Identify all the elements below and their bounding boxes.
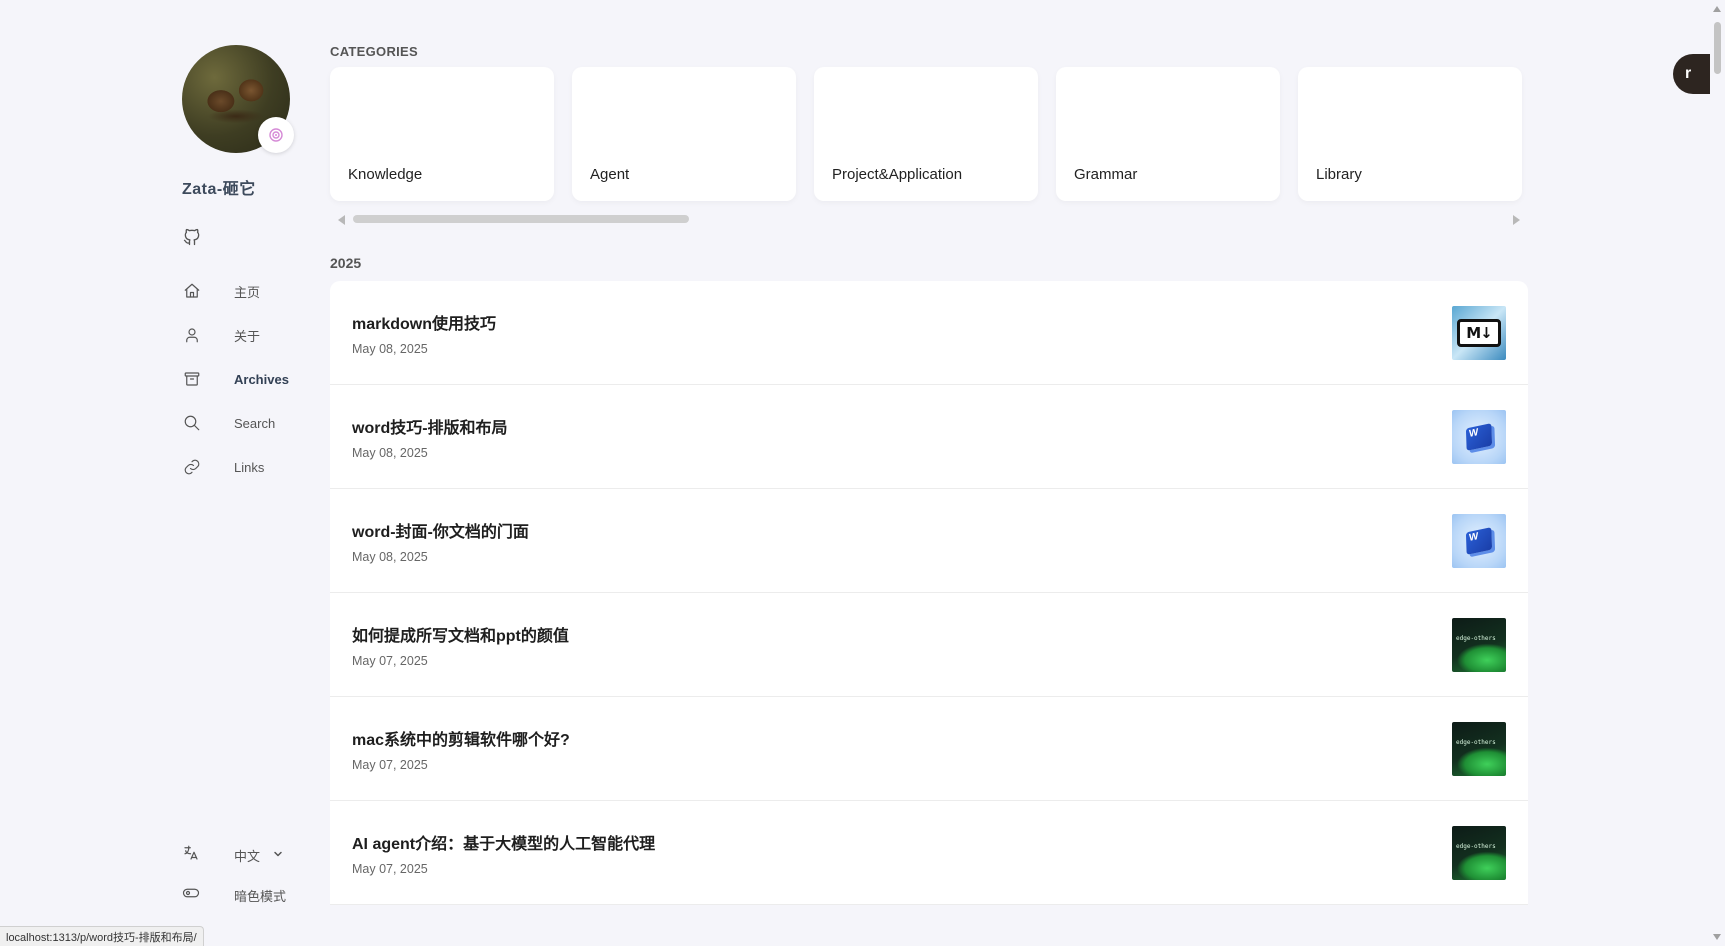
- category-card[interactable]: Knowledge: [330, 67, 554, 201]
- category-name: Knowledge: [348, 166, 423, 183]
- menu-item-about[interactable]: 关于: [182, 313, 322, 357]
- social-links: [182, 227, 322, 247]
- status-bar-url: localhost:1313/p/word技巧-排版和布局/: [0, 926, 204, 946]
- menu-item-label: Search: [234, 415, 276, 431]
- language-icon: [182, 844, 200, 867]
- thumbnail-caption: edge-others: [1456, 634, 1496, 642]
- menu-item-home[interactable]: 主页: [182, 269, 322, 313]
- menu-item-label: 主页: [234, 284, 261, 300]
- article-date: May 08, 2025: [352, 549, 428, 564]
- green-thumbnail[interactable]: edge-others: [1452, 825, 1506, 880]
- scroll-down-icon[interactable]: [1713, 934, 1721, 940]
- article-title[interactable]: AI agent介绍：基于大模型的人工智能代理: [352, 830, 655, 854]
- menu-item-label: Links: [234, 459, 265, 475]
- article-date: May 08, 2025: [352, 445, 428, 460]
- category-card[interactable]: Project&Application: [814, 67, 1038, 201]
- scrollbar-thumb[interactable]: [353, 215, 689, 223]
- spiral-icon: [269, 128, 283, 142]
- category-card[interactable]: Agent: [572, 67, 796, 201]
- markdown-thumbnail[interactable]: M↓: [1452, 305, 1506, 360]
- green-thumbnail[interactable]: edge-others: [1452, 721, 1506, 776]
- dark-mode-toggle[interactable]: 暗色模式: [182, 875, 286, 915]
- word-thumbnail[interactable]: W: [1452, 409, 1506, 464]
- github-icon[interactable]: [182, 227, 202, 247]
- article-list: markdown使用技巧 May 08, 2025 M↓ word技巧-排版和布局…: [330, 281, 1528, 905]
- article-title[interactable]: mac系统中的剪辑软件哪个好?: [352, 726, 570, 750]
- menu-item-links[interactable]: Links: [182, 445, 322, 489]
- categories-list: Knowledge Agent Project&Application Gram…: [330, 67, 1528, 201]
- article-title[interactable]: word-封面-你文档的门面: [352, 518, 529, 542]
- word-thumbnail[interactable]: W: [1452, 513, 1506, 568]
- language-label: 中文: [234, 848, 261, 864]
- menu-item-archives[interactable]: Archives: [182, 357, 322, 401]
- link-icon: [182, 457, 202, 477]
- scroll-up-icon[interactable]: [1713, 6, 1721, 12]
- main-menu: 主页 关于 Archives Search Links: [182, 269, 322, 489]
- floating-action-button[interactable]: r: [1673, 54, 1713, 94]
- categories-scrollbar[interactable]: [330, 207, 1528, 231]
- categories-title: CATEGORIES: [330, 44, 418, 59]
- article-item[interactable]: 如何提成所写文档和ppt的颜值 May 07, 2025 edge-others: [330, 593, 1528, 697]
- scroll-left-icon[interactable]: [338, 215, 345, 225]
- language-selector[interactable]: 中文: [182, 835, 286, 875]
- sidebar: Zata-砸它 主页 关于 Archives Search Links 中文 暗…: [182, 45, 322, 925]
- category-card[interactable]: Library: [1298, 67, 1522, 201]
- category-name: Agent: [590, 166, 630, 183]
- chevron-down-icon: [272, 848, 284, 863]
- main-content: CATEGORIES Knowledge Agent Project&Appli…: [330, 44, 1528, 905]
- article-item[interactable]: AI agent介绍：基于大模型的人工智能代理 May 07, 2025 edge…: [330, 801, 1528, 905]
- thumbnail-caption: edge-others: [1456, 842, 1496, 850]
- article-date: May 08, 2025: [352, 341, 428, 356]
- user-icon: [182, 325, 202, 345]
- article-item[interactable]: word-封面-你文档的门面 May 08, 2025 W: [330, 489, 1528, 593]
- avatar-wrapper: [182, 45, 294, 153]
- archive-icon: [182, 369, 202, 389]
- word-logo-icon: W: [1465, 526, 1493, 555]
- green-thumbnail[interactable]: edge-others: [1452, 617, 1506, 672]
- category-card[interactable]: Grammar: [1056, 67, 1280, 201]
- article-title[interactable]: word技巧-排版和布局: [352, 414, 508, 438]
- menu-item-label: 关于: [234, 328, 261, 344]
- article-item[interactable]: mac系统中的剪辑软件哪个好? May 07, 2025 edge-others: [330, 697, 1528, 801]
- article-item[interactable]: markdown使用技巧 May 08, 2025 M↓: [330, 281, 1528, 385]
- scroll-right-icon[interactable]: [1513, 215, 1520, 225]
- dark-mode-label: 暗色模式: [234, 888, 287, 904]
- article-title[interactable]: 如何提成所写文档和ppt的颜值: [352, 622, 569, 646]
- page-scrollbar[interactable]: [1710, 0, 1725, 946]
- article-date: May 07, 2025: [352, 653, 428, 668]
- word-logo-icon: W: [1465, 422, 1493, 451]
- toggle-icon: [182, 884, 200, 907]
- article-title[interactable]: markdown使用技巧: [352, 310, 496, 334]
- menu-item-search[interactable]: Search: [182, 401, 322, 445]
- search-icon: [182, 413, 202, 433]
- archive-year: 2025: [330, 255, 362, 271]
- article-date: May 07, 2025: [352, 861, 428, 876]
- sidebar-bottom: 中文 暗色模式: [182, 835, 286, 915]
- page-scrollbar-thumb[interactable]: [1714, 22, 1721, 74]
- thumbnail-caption: edge-others: [1456, 738, 1496, 746]
- category-name: Grammar: [1074, 166, 1138, 183]
- menu-item-label: Archives: [234, 371, 289, 387]
- category-name: Project&Application: [832, 166, 963, 183]
- markdown-logo-icon: M↓: [1457, 318, 1501, 347]
- home-icon: [182, 281, 202, 301]
- avatar-emoji-badge: [258, 117, 294, 153]
- article-item[interactable]: word技巧-排版和布局 May 08, 2025 W: [330, 385, 1528, 489]
- site-name[interactable]: Zata-砸它: [182, 175, 322, 199]
- article-date: May 07, 2025: [352, 757, 428, 772]
- category-name: Library: [1316, 166, 1362, 183]
